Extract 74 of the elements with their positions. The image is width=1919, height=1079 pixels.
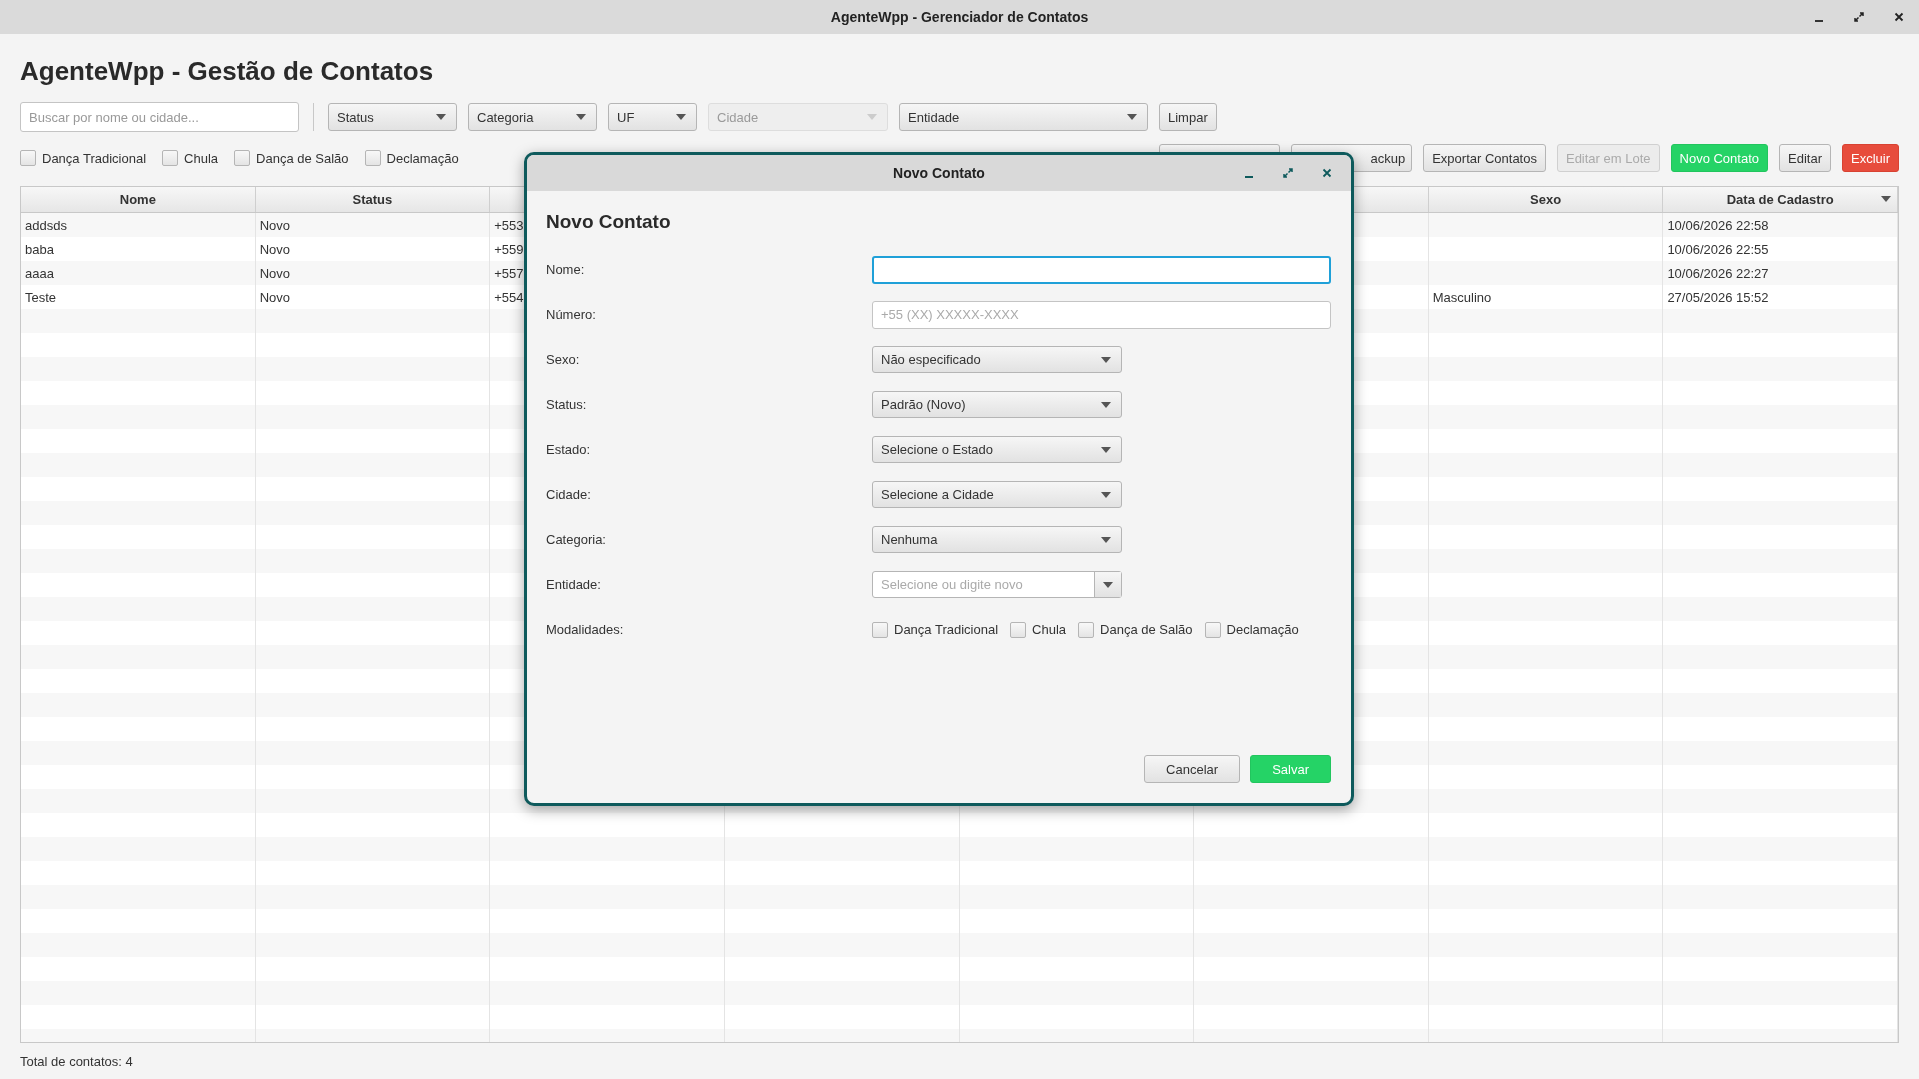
field-label: Cidade:	[546, 487, 592, 502]
checkbox[interactable]	[1078, 621, 1095, 638]
window-title: AgenteWpp - Gerenciador de Contatos	[830, 9, 1089, 25]
dialog-heading: Novo Contato	[546, 211, 672, 233]
checkbox[interactable]	[162, 150, 179, 166]
action-button[interactable]: Exportar Contatos	[1423, 144, 1546, 172]
status-text: Total de contatos: 4	[20, 1053, 133, 1069]
filter-dropdown[interactable]: Entidade	[899, 103, 1148, 131]
table-cell: addsds	[21, 213, 256, 237]
clear-button[interactable]: Limpar	[1159, 103, 1217, 131]
caret-icon	[576, 114, 586, 120]
search-field[interactable]: Buscar por nome ou cidade...	[20, 102, 299, 132]
caret-icon	[1103, 581, 1113, 588]
close-icon[interactable]	[1893, 11, 1905, 23]
checkbox[interactable]	[1010, 621, 1027, 638]
column-header[interactable]: Data de Cadastro	[1663, 187, 1898, 212]
field-label: Entidade:	[546, 577, 602, 592]
caret-icon	[867, 114, 877, 120]
field-label: Sexo:	[546, 352, 581, 367]
select-dropdown[interactable]: Padrão (Novo)	[872, 391, 1122, 418]
close-icon[interactable]	[1321, 167, 1333, 179]
action-button[interactable]: Excluir	[1842, 144, 1899, 172]
field-label: Nome:	[546, 262, 586, 277]
caret-icon	[1101, 356, 1111, 363]
filter-dropdown[interactable]: Status	[328, 103, 457, 131]
checkbox-label: Dança de Salão	[1100, 622, 1193, 637]
checkbox[interactable]	[234, 150, 251, 166]
checkbox-label: Declamação	[1226, 622, 1299, 637]
dialog-button[interactable]: Cancelar	[1144, 755, 1241, 783]
caret-icon	[1101, 491, 1111, 498]
page-title: AgenteWpp - Gestão de Contatos	[20, 56, 435, 88]
table-cell: Novo	[255, 213, 491, 237]
checkbox[interactable]	[1204, 621, 1221, 638]
text-field[interactable]: +55 (XX) XXXXX-XXXX	[872, 300, 1331, 329]
table-cell: 10/06/2026 22:58	[1663, 213, 1898, 237]
checkbox-label: Dança de Salão	[256, 150, 349, 166]
column-header[interactable]: Sexo	[1428, 187, 1664, 212]
field-label: Estado:	[546, 442, 592, 457]
field-label: Número:	[546, 307, 597, 322]
checkbox[interactable]	[364, 150, 381, 166]
checkbox-label: Dança Tradicional	[894, 622, 999, 637]
checkbox-label: Chula	[1032, 622, 1067, 637]
checkbox[interactable]	[872, 621, 888, 638]
field-label: Status:	[546, 397, 588, 412]
field-label: Modalidades:	[546, 622, 625, 637]
table-cell: Novo	[255, 261, 491, 285]
filter-dropdown[interactable]: Categoria	[468, 103, 597, 131]
sort-icon	[1881, 196, 1891, 202]
caret-icon	[1101, 536, 1111, 543]
checkbox[interactable]	[20, 150, 36, 166]
filter-dropdown[interactable]: UF	[608, 103, 697, 131]
checkbox-label: Declamação	[386, 150, 459, 166]
column-header[interactable]: Status	[255, 187, 491, 212]
checkbox-label: Chula	[184, 150, 219, 166]
caret-icon	[1101, 401, 1111, 408]
combo-input[interactable]: Selecione ou digite novo	[873, 572, 1094, 597]
field-label: Categoria:	[546, 532, 607, 547]
select-dropdown[interactable]: Selecione a Cidade	[872, 481, 1122, 508]
caret-icon	[1127, 114, 1137, 120]
combo-box[interactable]: Selecione ou digite novo	[872, 571, 1122, 598]
checkbox-label: Dança Tradicional	[42, 150, 147, 166]
column-header[interactable]: Nome	[21, 187, 256, 212]
dialog-title: Novo Contato	[893, 165, 985, 181]
caret-icon	[676, 114, 686, 120]
action-button[interactable]: Editar	[1779, 144, 1831, 172]
select-dropdown[interactable]: Nenhuma	[872, 526, 1122, 553]
maximize-icon[interactable]	[1282, 167, 1294, 179]
select-dropdown[interactable]: Selecione o Estado	[872, 436, 1122, 463]
text-field[interactable]	[872, 255, 1331, 284]
maximize-icon[interactable]	[1853, 11, 1865, 23]
caret-icon	[436, 114, 446, 120]
table-cell: 10/06/2026 22:27	[1663, 261, 1898, 285]
select-dropdown[interactable]: Não especificado	[872, 346, 1122, 373]
table-cell: aaaa	[21, 261, 256, 285]
